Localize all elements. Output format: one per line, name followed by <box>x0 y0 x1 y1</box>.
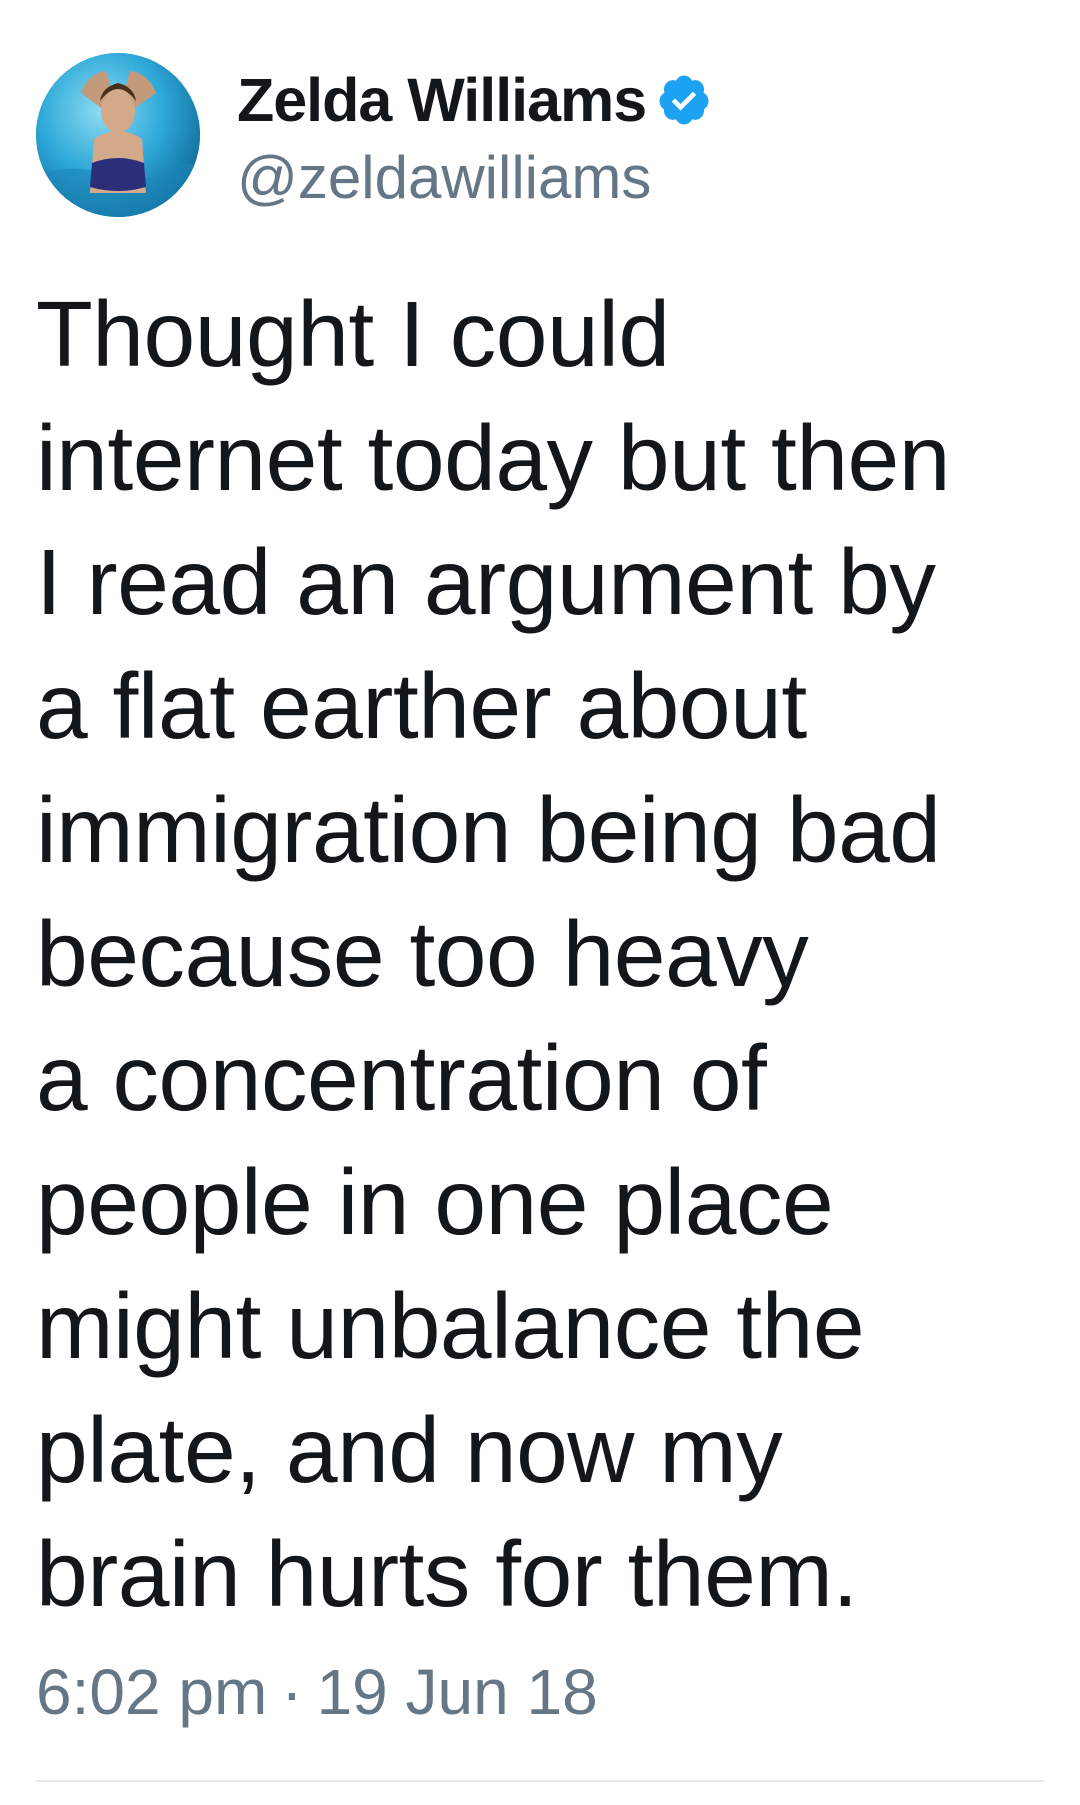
tweet-text-line: internet today but then <box>36 406 951 510</box>
tweet-text-line: people in one place <box>36 1150 834 1254</box>
timestamp-separator: · <box>281 1656 303 1728</box>
author-info: Zelda Williams @zeldawilliams <box>237 62 712 208</box>
tweet-text-line: brain hurts for them. <box>36 1522 858 1626</box>
divider <box>36 1780 1044 1782</box>
tweet-text-line: Thought I could <box>36 282 670 386</box>
tweet-text-line: immigration being bad <box>36 778 941 882</box>
tweet-header: Zelda Williams @zeldawilliams <box>36 50 712 220</box>
tweet: Zelda Williams @zeldawilliams Thought I … <box>0 0 1080 1805</box>
handle[interactable]: @zeldawilliams <box>237 148 712 208</box>
verified-badge-icon <box>656 72 712 128</box>
tweet-text-line: because too heavy <box>36 902 809 1006</box>
avatar[interactable] <box>36 53 200 217</box>
tweet-text-line: plate, and now my <box>36 1398 783 1502</box>
tweet-text-line: I read an argument by <box>36 530 936 634</box>
display-name[interactable]: Zelda Williams <box>237 69 647 131</box>
tweet-text-line: a concentration of <box>36 1026 767 1130</box>
tweet-text-line: might unbalance the <box>36 1274 865 1378</box>
tweet-time: 6:02 pm <box>36 1656 268 1728</box>
avatar-photo-icon <box>36 53 200 217</box>
tweet-text: Thought I could internet today but then … <box>36 272 1056 1636</box>
tweet-date: 19 Jun 18 <box>316 1656 598 1728</box>
name-row: Zelda Williams <box>237 62 712 138</box>
tweet-timestamp[interactable]: 6:02 pm · 19 Jun 18 <box>36 1660 598 1724</box>
tweet-text-line: a flat earther about <box>36 654 807 758</box>
